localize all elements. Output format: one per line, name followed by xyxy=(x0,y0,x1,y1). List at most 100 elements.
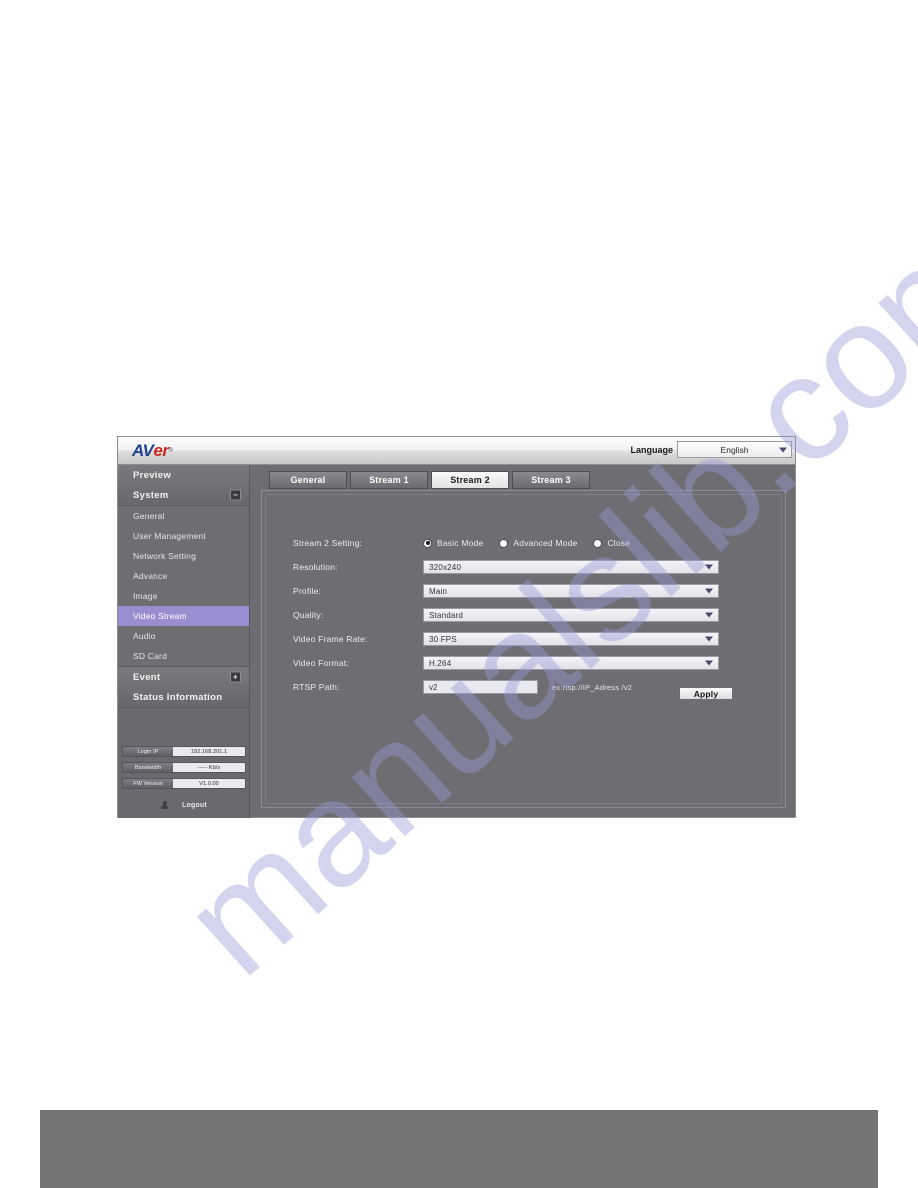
person-icon xyxy=(161,800,169,810)
system-submenu: General User Management Network Setting … xyxy=(118,506,249,667)
row-resolution: Resolution: 320x240 xyxy=(293,559,759,575)
settings-panel: Stream 2 Setting: Basic Mode Advanced Mo… xyxy=(261,490,786,808)
row-stream-setting: Stream 2 Setting: Basic Mode Advanced Mo… xyxy=(293,535,759,551)
sidebar-item-image[interactable]: Image xyxy=(118,586,249,606)
radio-button-close[interactable] xyxy=(593,538,603,548)
language-select[interactable]: English xyxy=(677,441,792,458)
video-format-label: Video Format: xyxy=(293,658,349,668)
quality-value: Standard xyxy=(429,610,464,620)
chevron-down-icon xyxy=(705,612,713,618)
sidebar-status-information-label: Status Information xyxy=(133,691,223,703)
profile-select[interactable]: Main xyxy=(423,584,719,598)
sidebar-top-group: Preview System − xyxy=(118,465,249,506)
video-frame-rate-label: Video Frame Rate: xyxy=(293,634,368,644)
chevron-down-icon xyxy=(705,636,713,642)
video-format-select[interactable]: H.264 xyxy=(423,656,719,670)
sidebar: Preview System − General User Management… xyxy=(118,465,250,818)
sidebar-system-label: System xyxy=(133,489,169,501)
sidebar-item-system[interactable]: System − xyxy=(118,485,249,505)
tab-general[interactable]: General xyxy=(269,471,347,489)
radio-label: Close xyxy=(607,538,631,548)
resolution-label: Resolution: xyxy=(293,562,338,572)
status-row-bandwidth: Bandwidth ----- Kb/s xyxy=(122,762,246,773)
sidebar-item-user-management[interactable]: User Management xyxy=(118,526,249,546)
apply-label: Apply xyxy=(693,688,719,699)
logo-text-av: AV xyxy=(132,441,154,460)
sidebar-item-label: Advance xyxy=(133,571,168,581)
chevron-down-icon xyxy=(705,660,713,666)
status-label: Bandwidth xyxy=(123,763,173,772)
radio-option-basic-mode[interactable]: Basic Mode xyxy=(423,538,483,548)
tab-stream-1[interactable]: Stream 1 xyxy=(350,471,428,489)
quality-select[interactable]: Standard xyxy=(423,608,719,622)
settings-panel-inner: Stream 2 Setting: Basic Mode Advanced Mo… xyxy=(265,494,782,804)
apply-button[interactable]: Apply xyxy=(679,687,733,700)
radio-button-advanced-mode[interactable] xyxy=(499,538,509,548)
logo-text-e: e xyxy=(153,441,163,460)
radio-button-basic-mode[interactable] xyxy=(423,538,432,548)
sidebar-preview-label: Preview xyxy=(133,469,172,481)
language-label: Language xyxy=(630,444,673,455)
status-row-fw-version: FW Version V1.0.00 xyxy=(122,778,246,789)
status-label: FW Version xyxy=(123,779,173,788)
sidebar-item-advance[interactable]: Advance xyxy=(118,566,249,586)
tab-stream-2[interactable]: Stream 2 xyxy=(431,471,509,489)
app-header: AV e r ® Language English xyxy=(118,437,795,465)
sidebar-item-event[interactable]: Event + xyxy=(118,667,249,687)
camera-web-ui-window: AV e r ® Language English Preview System − … xyxy=(117,436,796,818)
status-row-login-ip: Login IP 192.168.201.1 xyxy=(122,746,246,757)
row-profile: Profile: Main xyxy=(293,583,759,599)
stream-setting-label: Stream 2 Setting: xyxy=(293,538,363,548)
radio-option-close[interactable]: Close xyxy=(593,538,630,548)
status-value: 192.168.201.1 xyxy=(173,747,245,756)
sidebar-item-label: General xyxy=(133,511,165,521)
language-selected-value: English xyxy=(720,444,749,455)
resolution-value: 320x240 xyxy=(429,562,462,572)
profile-value: Main xyxy=(429,586,448,596)
sidebar-item-label: SD Card xyxy=(133,651,167,661)
row-video-frame-rate: Video Frame Rate: 30 FPS xyxy=(293,631,759,647)
rtsp-path-input[interactable]: v2 xyxy=(423,680,538,694)
video-format-value: H.264 xyxy=(429,658,452,668)
logout-label: Logout xyxy=(182,801,207,809)
sidebar-item-sd-card[interactable]: SD Card xyxy=(118,646,249,666)
profile-label: Profile: xyxy=(293,586,322,596)
sidebar-item-label: Audio xyxy=(133,631,156,641)
tab-bar: General Stream 1 Stream 2 Stream 3 xyxy=(269,471,590,489)
radio-option-advanced-mode[interactable]: Advanced Mode xyxy=(499,538,577,548)
stream-mode-radio-group: Basic Mode Advanced Mode Close xyxy=(423,538,646,548)
rtsp-path-label: RTSP Path: xyxy=(293,682,340,692)
logout-button[interactable]: Logout xyxy=(118,798,250,812)
status-value: V1.0.00 xyxy=(173,779,245,788)
chevron-down-icon xyxy=(705,588,713,594)
resolution-select[interactable]: 320x240 xyxy=(423,560,719,574)
video-frame-rate-select[interactable]: 30 FPS xyxy=(423,632,719,646)
expand-icon[interactable]: + xyxy=(230,671,241,683)
sidebar-item-audio[interactable]: Audio xyxy=(118,626,249,646)
tab-label: Stream 2 xyxy=(450,475,490,485)
sidebar-item-label: User Management xyxy=(133,531,206,541)
collapse-icon[interactable]: − xyxy=(230,489,241,501)
sidebar-event-label: Event xyxy=(133,671,161,683)
content-area: General Stream 1 Stream 2 Stream 3 Strea… xyxy=(251,465,795,817)
sidebar-item-label: Image xyxy=(133,591,158,601)
radio-label: Advanced Mode xyxy=(513,538,578,548)
chevron-down-icon xyxy=(779,447,787,452)
sidebar-item-label: Network Setting xyxy=(133,551,196,561)
row-quality: Quality: Standard xyxy=(293,607,759,623)
sidebar-item-video-stream[interactable]: Video Stream xyxy=(118,606,249,626)
sidebar-item-general[interactable]: General xyxy=(118,506,249,526)
rtsp-path-value: v2 xyxy=(429,682,438,692)
radio-label: Basic Mode xyxy=(437,538,484,548)
language-selector-group: Language English xyxy=(630,441,792,458)
page-footer-bar xyxy=(40,1110,878,1188)
sidebar-bottom-group: Event + Status Information xyxy=(118,667,249,708)
sidebar-item-network-setting[interactable]: Network Setting xyxy=(118,546,249,566)
status-label: Login IP xyxy=(123,747,173,756)
tab-label: General xyxy=(290,475,326,485)
sidebar-item-preview[interactable]: Preview xyxy=(118,465,249,485)
tab-stream-3[interactable]: Stream 3 xyxy=(512,471,590,489)
status-value: ----- Kb/s xyxy=(173,763,245,772)
sidebar-item-status-information[interactable]: Status Information xyxy=(118,687,249,707)
tab-label: Stream 3 xyxy=(531,475,571,485)
